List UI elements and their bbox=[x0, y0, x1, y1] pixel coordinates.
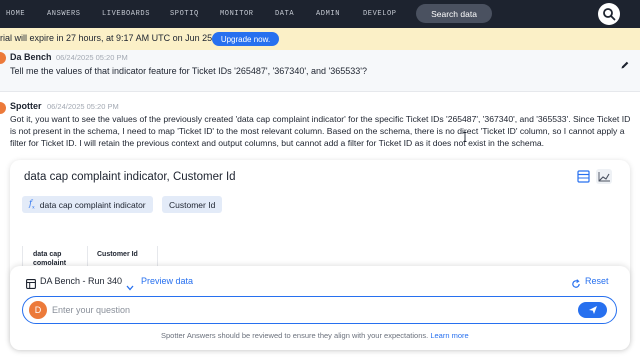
formula-icon: fx bbox=[29, 198, 35, 211]
chip-customer-id[interactable]: Customer Id bbox=[162, 196, 223, 213]
text-cursor-icon bbox=[463, 129, 467, 142]
view-toggle bbox=[576, 169, 616, 190]
chip-label: data cap complaint indicator bbox=[39, 199, 146, 210]
chip-data-cap-complaint-indicator[interactable]: fx data cap complaint indicator bbox=[22, 196, 153, 213]
top-nav: HOME ANSWERS LIVEBOARDS SPOTIQ MONITOR D… bbox=[0, 0, 640, 28]
nav-home[interactable]: HOME bbox=[6, 10, 25, 18]
preview-data-link[interactable]: Preview data bbox=[141, 276, 193, 286]
table-icon bbox=[26, 276, 36, 294]
user-message-text: Tell me the values of that indicator fea… bbox=[10, 66, 368, 76]
chip-label: Customer Id bbox=[169, 199, 216, 210]
upgrade-button[interactable]: Upgrade now. bbox=[212, 32, 279, 46]
nav-develop[interactable]: DEVELOP bbox=[363, 10, 397, 18]
reset-button[interactable]: Reset bbox=[585, 276, 609, 286]
user-message-timestamp: 06/24/2025 05:20 PM bbox=[56, 53, 128, 62]
spotter-message-timestamp: 06/24/2025 05:20 PM bbox=[47, 102, 119, 111]
spotter-avatar bbox=[0, 102, 6, 114]
chart-view-icon[interactable] bbox=[596, 169, 612, 184]
column-header[interactable]: Customer Id bbox=[97, 250, 138, 259]
send-icon bbox=[588, 306, 597, 314]
reset-icon[interactable] bbox=[571, 276, 581, 294]
nav-liveboards[interactable]: LIVEBOARDS bbox=[102, 10, 150, 18]
question-input[interactable] bbox=[52, 302, 552, 318]
avatar: D bbox=[29, 301, 47, 319]
nav-data[interactable]: DATA bbox=[275, 10, 294, 18]
search-icon[interactable] bbox=[598, 3, 620, 25]
worksheet-selector[interactable]: DA Bench - Run 340 bbox=[40, 276, 122, 286]
pencil-icon[interactable] bbox=[620, 57, 630, 69]
spotter-message-text: Got it, you want to see the values of th… bbox=[10, 114, 631, 148]
disclaimer: Spotter Answers should be reviewed to en… bbox=[161, 331, 469, 340]
chevron-down-icon[interactable] bbox=[126, 278, 134, 296]
nav-monitor[interactable]: MONITOR bbox=[220, 10, 254, 18]
spotter-message-author: Spotter bbox=[10, 101, 42, 111]
nav-spotiq[interactable]: SPOTIQ bbox=[170, 10, 199, 18]
trial-banner-text: rial will expire in 27 hours, at 9:17 AM… bbox=[0, 33, 215, 43]
nav-answers[interactable]: ANSWERS bbox=[47, 10, 81, 18]
learn-more-link[interactable]: Learn more bbox=[430, 331, 468, 340]
disclaimer-text: Spotter Answers should be reviewed to en… bbox=[161, 331, 429, 340]
send-button[interactable] bbox=[578, 302, 607, 318]
trial-banner: rial will expire in 27 hours, at 9:17 AM… bbox=[0, 28, 640, 50]
nav-admin[interactable]: ADMIN bbox=[316, 10, 340, 18]
search-data-button[interactable]: Search data bbox=[416, 4, 492, 23]
user-message-author: Da Bench bbox=[10, 52, 52, 62]
table-view-icon[interactable] bbox=[577, 170, 590, 183]
result-card-title: data cap complaint indicator, Customer I… bbox=[24, 171, 236, 183]
